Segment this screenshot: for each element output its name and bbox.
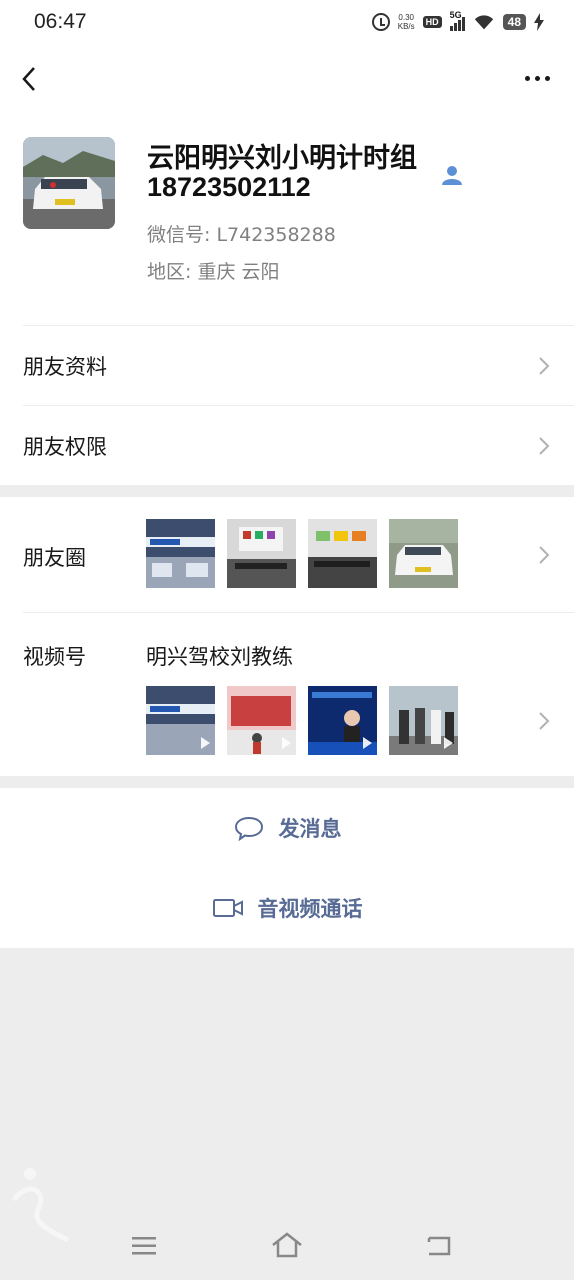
signal-bar: [449, 26, 453, 31]
more-dot: [535, 76, 540, 81]
row-label: 朋友圈: [23, 546, 86, 570]
signal-bar: [461, 17, 465, 31]
region: 地区: 重庆 云阳: [147, 261, 280, 283]
menu-icon[interactable]: [131, 1236, 157, 1256]
alarm-icon: [371, 13, 390, 31]
signal-icon: 5G: [449, 10, 465, 31]
video-camera-icon: [212, 899, 243, 917]
wechat-id: 微信号: L742358288: [147, 224, 336, 246]
wifi-icon: [474, 15, 493, 30]
section-divider: [0, 485, 574, 497]
row-moments[interactable]: 朋友圈: [23, 497, 574, 612]
channel-video-thumbnail: [308, 686, 377, 755]
more-icon[interactable]: [525, 76, 550, 81]
send-message-label: 发消息: [278, 817, 342, 841]
avatar[interactable]: [23, 137, 115, 229]
system-navigation-bar: [0, 1212, 574, 1280]
chevron-right-icon: [539, 546, 550, 564]
back-icon[interactable]: [18, 64, 42, 94]
navigation-bar: [0, 46, 574, 120]
status-icons: 0.30 KB/s HD 5G 48: [371, 10, 544, 33]
battery-icon: 48: [502, 14, 526, 30]
profile-header: 云阳明兴刘小明计时组 18723502112 微信号: L742358288 地…: [0, 120, 574, 325]
status-time: 06:47: [34, 10, 87, 33]
chevron-right-icon: [539, 437, 550, 455]
row-friend-info[interactable]: 朋友资料: [23, 325, 574, 405]
person-icon: [442, 166, 462, 185]
row-channels[interactable]: 视频号 明兴驾校刘教练: [23, 612, 574, 776]
signal-bar: [457, 20, 461, 31]
channel-video-thumbnail: [227, 686, 296, 755]
play-icon: [363, 737, 372, 749]
more-dot: [545, 76, 550, 81]
chat-bubble-icon: [234, 816, 263, 841]
channel-thumbnails: [146, 686, 458, 755]
signal-bar: [453, 23, 457, 31]
charging-icon: [534, 13, 544, 31]
hd-icon: HD: [422, 16, 442, 28]
net-speed-value: 0.30: [398, 13, 414, 22]
action-buttons: 发消息 音视频通话: [0, 788, 574, 948]
chevron-right-icon: [539, 712, 550, 730]
home-icon[interactable]: [271, 1232, 303, 1258]
contact-phone: 18723502112: [147, 172, 311, 202]
moments-thumbnails: [146, 519, 458, 588]
video-call-button[interactable]: 音视频通话: [0, 868, 574, 948]
contact-profile-page: 云阳明兴刘小明计时组 18723502112 微信号: L742358288 地…: [0, 46, 574, 948]
channel-name: 明兴驾校刘教练: [146, 645, 293, 669]
contact-name: 云阳明兴刘小明计时组: [147, 143, 417, 174]
video-call-label: 音视频通话: [257, 897, 363, 921]
network-label: 5G: [449, 10, 462, 20]
moment-thumbnail: [227, 519, 296, 588]
more-dot: [525, 76, 530, 81]
send-message-button[interactable]: 发消息: [0, 788, 574, 868]
channel-video-thumbnail: [146, 686, 215, 755]
row-friend-permissions[interactable]: 朋友权限: [23, 405, 574, 485]
row-label: 视频号: [23, 645, 86, 669]
status-bar: 06:47 0.30 KB/s HD 5G 48: [0, 0, 574, 46]
row-label: 朋友资料: [23, 355, 107, 379]
channel-video-thumbnail: [389, 686, 458, 755]
play-icon: [444, 737, 453, 749]
moment-thumbnail: [308, 519, 377, 588]
net-speed: 0.30 KB/s: [398, 13, 415, 31]
moment-thumbnail: [389, 519, 458, 588]
return-icon[interactable]: [425, 1234, 453, 1256]
net-speed-unit: KB/s: [397, 22, 415, 31]
row-label: 朋友权限: [23, 435, 107, 459]
moment-thumbnail: [146, 519, 215, 588]
chevron-right-icon: [539, 357, 550, 375]
section-divider: [0, 776, 574, 788]
play-icon: [282, 737, 291, 749]
play-icon: [201, 737, 210, 749]
